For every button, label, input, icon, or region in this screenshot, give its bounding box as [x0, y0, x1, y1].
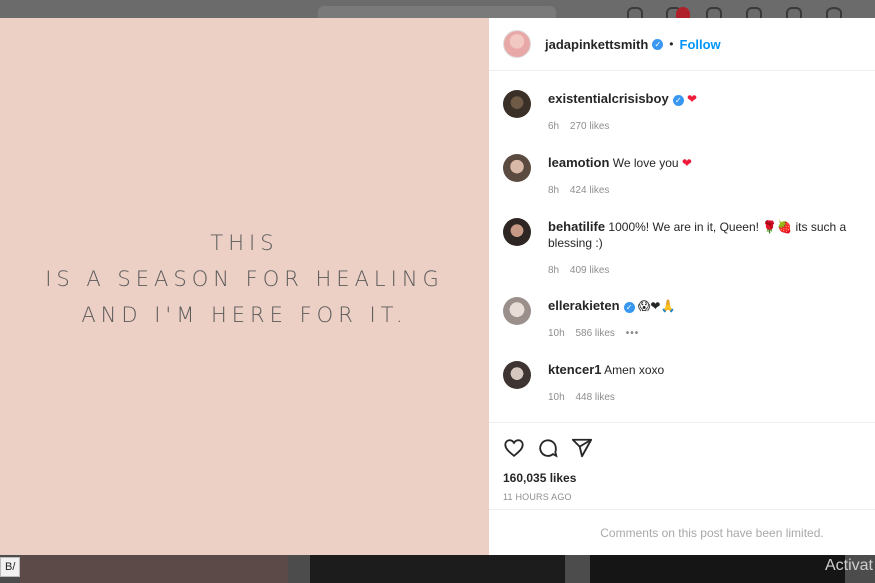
comment-meta: 6h 270 likes [548, 121, 617, 132]
activate-windows-watermark: Activat [824, 557, 873, 574]
action-icons-row [489, 423, 875, 463]
commenter-username[interactable]: leamotion [548, 155, 609, 170]
top-nav-bar [0, 0, 875, 18]
quote-line-2: IS A SEASON FOR HEALING [45, 266, 444, 291]
comment-body: ellerakieten ✓ 😱❤🙏 [548, 298, 858, 314]
comment-time[interactable]: 8h [548, 185, 559, 196]
grid-thumbnail[interactable] [590, 555, 845, 583]
commenter-username[interactable]: ellerakieten [548, 298, 620, 313]
comment-emoji: ❤ [687, 92, 698, 106]
comment-time[interactable]: 6h [548, 121, 559, 132]
comment-body: behatilife 1000%! We are in it, Queen! 🌹… [548, 219, 858, 251]
background-grid-strip [0, 555, 875, 583]
comment-meta: 8h 409 likes [548, 265, 617, 276]
comment-meta: 10h 586 likes ••• [548, 328, 647, 339]
notification-badge [676, 7, 690, 18]
quote-text: THIS IS A SEASON FOR HEALING AND I'M HER… [45, 225, 444, 333]
comment-time[interactable]: 8h [548, 265, 559, 276]
search-bar[interactable] [318, 6, 556, 18]
commenter-avatar[interactable] [503, 154, 531, 182]
new-post-icon[interactable] [706, 7, 722, 18]
commenter-avatar[interactable] [503, 218, 531, 246]
commenter-avatar[interactable] [503, 90, 531, 118]
comment-meta: 8h 424 likes [548, 185, 617, 196]
quote-line-1: THIS [210, 230, 279, 255]
comment-likes[interactable]: 409 likes [570, 265, 609, 276]
grid-thumbnail[interactable] [20, 555, 288, 583]
comment-body: leamotion We love you ❤ [548, 155, 858, 171]
post-image: THIS IS A SEASON FOR HEALING AND I'M HER… [0, 18, 489, 555]
comment-likes[interactable]: 270 likes [570, 121, 609, 132]
comment-time[interactable]: 10h [548, 328, 565, 339]
verified-badge-icon: ✓ [652, 38, 664, 50]
comment-likes[interactable]: 586 likes [575, 328, 614, 339]
comment-bubble-icon[interactable] [537, 437, 559, 459]
comments-list: existentialcrisisboy ✓ ❤ 6h 270 likes lea… [489, 71, 875, 423]
like-heart-icon[interactable] [503, 437, 525, 459]
commenter-username[interactable]: behatilife [548, 219, 605, 234]
comments-limited-notice: Comments on this post have been limited. [489, 509, 875, 555]
post-actions: 160,035 likes 11 HOURS AGO [489, 422, 875, 502]
commenter-avatar[interactable] [503, 297, 531, 325]
separator-dot: • [669, 37, 674, 51]
commenter-username[interactable]: ktencer1 [548, 362, 601, 377]
verified-badge-icon: ✓ [672, 95, 684, 106]
profile-avatar-icon[interactable] [826, 7, 842, 18]
grid-thumbnail[interactable] [310, 555, 565, 583]
post-timestamp[interactable]: 11 HOURS AGO [489, 492, 875, 502]
activity-heart-icon[interactable] [786, 7, 802, 18]
comment-body: ktencer1 Amen xoxo [548, 362, 858, 378]
commenter-avatar[interactable] [503, 361, 531, 389]
more-options-icon[interactable]: ••• [626, 328, 640, 339]
quote-line-3: AND I'M HERE FOR IT. [81, 302, 408, 327]
comment-likes[interactable]: 424 likes [570, 185, 609, 196]
verified-badge-icon: ✓ [623, 302, 635, 313]
post-header: jadapinkettsmith ✓ • Follow [489, 18, 875, 71]
comment-text: Amen xoxo [604, 363, 665, 377]
comment-time[interactable]: 10h [548, 392, 565, 403]
comment-emoji: ❤ [681, 156, 692, 170]
author-avatar[interactable] [503, 30, 531, 58]
home-icon[interactable] [627, 7, 643, 18]
comment-meta: 10h 448 likes [548, 392, 623, 403]
comment-emoji: 😱❤🙏 [637, 299, 676, 313]
likes-count[interactable]: 160,035 likes [489, 471, 875, 485]
share-send-icon[interactable] [571, 437, 593, 459]
commenter-username[interactable]: existentialcrisisboy [548, 91, 669, 106]
post-side-panel: jadapinkettsmith ✓ • Follow existentialc… [489, 18, 875, 555]
explore-icon[interactable] [746, 7, 762, 18]
comment-likes[interactable]: 448 likes [575, 392, 614, 403]
comment-text: We love you [612, 156, 679, 170]
author-username[interactable]: jadapinkettsmith [545, 37, 648, 52]
status-url-tooltip: B/ [0, 557, 21, 577]
follow-button[interactable]: Follow [680, 37, 721, 52]
comment-body: existentialcrisisboy ✓ ❤ [548, 91, 858, 107]
